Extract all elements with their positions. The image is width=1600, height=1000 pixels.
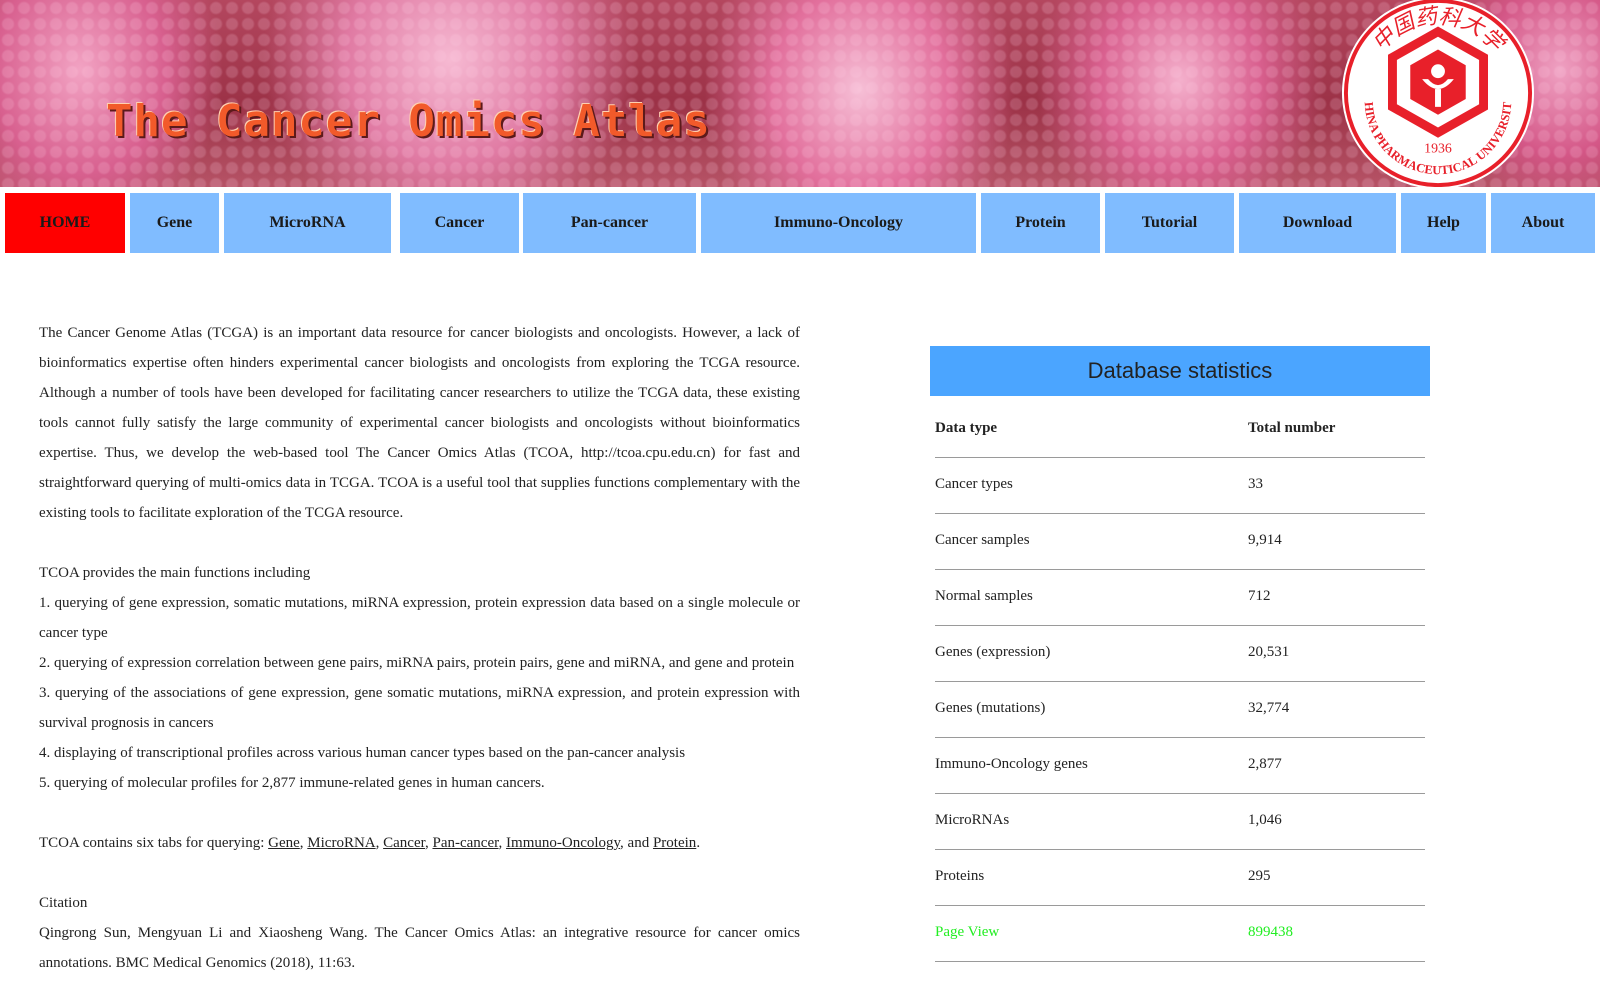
functions-heading: TCOA provides the main functions includi…: [39, 565, 311, 581]
function-item: 5. querying of molecular profiles for 2,…: [39, 775, 545, 791]
citation-heading: Citation: [39, 895, 88, 911]
link-pan-cancer[interactable]: Pan-cancer: [433, 835, 499, 851]
function-item: 3. querying of the associations of gene …: [39, 685, 800, 731]
nav-cancer[interactable]: Cancer: [400, 193, 519, 253]
china-pharmaceutical-university-seal-icon: 中国药科大学 CHINA PHARMACEUTICAL UNIVERSITY 1…: [1339, 0, 1535, 187]
row-label: Genes (expression): [935, 644, 1051, 660]
column-header-total-number: Total number: [1248, 420, 1336, 436]
row-value: 2,877: [1248, 756, 1282, 772]
nav-home[interactable]: HOME: [5, 193, 125, 253]
column-header-data-type: Data type: [935, 420, 998, 436]
intro-paragraph: The Cancer Genome Atlas (TCGA) is an imp…: [39, 325, 800, 521]
link-immuno-oncology[interactable]: Immuno-Oncology: [506, 835, 620, 851]
nav-protein[interactable]: Protein: [981, 193, 1100, 253]
stats-header-row: Data type Total number: [935, 402, 1425, 458]
function-item: 4. displaying of transcriptional profile…: [39, 745, 686, 761]
nav-help[interactable]: Help: [1401, 193, 1486, 253]
database-statistics-panel: Database statistics Data type Total numb…: [930, 346, 1430, 962]
function-item: 1. querying of gene expression, somatic …: [39, 595, 800, 641]
row-value: 20,531: [1248, 644, 1290, 660]
row-value: 9,914: [1248, 532, 1282, 548]
header-banner: The Cancer Omics Atlas 中国药科大学 CHINA PHAR…: [0, 0, 1600, 187]
row-value: 1,046: [1248, 812, 1282, 828]
nav-download[interactable]: Download: [1239, 193, 1396, 253]
nav-about[interactable]: About: [1491, 193, 1595, 253]
row-label: MicroRNAs: [935, 812, 1010, 828]
seal-year: 1936: [1424, 140, 1452, 155]
nav-pan-cancer[interactable]: Pan-cancer: [523, 193, 696, 253]
page-view-label: Page View: [935, 924, 1000, 940]
stats-title: Database statistics: [930, 346, 1430, 396]
link-protein[interactable]: Protein: [653, 835, 696, 851]
row-value: 32,774: [1248, 700, 1290, 716]
link-cancer[interactable]: Cancer: [383, 835, 425, 851]
table-row: Genes (mutations) 32,774: [935, 682, 1425, 738]
nav-immuno-oncology[interactable]: Immuno-Oncology: [701, 193, 976, 253]
table-row: Cancer types 33: [935, 458, 1425, 514]
stats-table: Data type Total number Cancer types 33 C…: [935, 402, 1425, 962]
citation-text: Qingrong Sun, Mengyuan Li and Xiaosheng …: [39, 925, 800, 971]
main-nav: HOME Gene MicroRNA Cancer Pan-cancer Imm…: [5, 193, 1595, 253]
nav-microrna[interactable]: MicroRNA: [224, 193, 391, 253]
table-row: Immuno-Oncology genes 2,877: [935, 738, 1425, 794]
separator: ,: [425, 835, 433, 851]
link-gene[interactable]: Gene: [268, 835, 300, 851]
table-row: Normal samples 712: [935, 570, 1425, 626]
row-label: Immuno-Oncology genes: [935, 756, 1088, 772]
row-label: Cancer samples: [935, 532, 1030, 548]
row-value: 33: [1248, 476, 1263, 492]
row-label: Genes (mutations): [935, 700, 1046, 716]
sentence-end: .: [696, 835, 701, 851]
table-row: Proteins 295: [935, 850, 1425, 906]
intro-section: The Cancer Genome Atlas (TCGA) is an imp…: [39, 318, 800, 978]
nav-tutorial[interactable]: Tutorial: [1105, 193, 1234, 253]
table-row: Genes (expression) 20,531: [935, 626, 1425, 682]
row-label: Proteins: [935, 868, 985, 884]
page-view-row: Page View 899438: [935, 906, 1425, 962]
separator: ,: [375, 835, 384, 851]
table-row: Cancer samples 9,914: [935, 514, 1425, 570]
row-value: 712: [1248, 588, 1271, 604]
row-label: Normal samples: [935, 588, 1033, 604]
function-item: 2. querying of expression correlation be…: [39, 655, 795, 671]
separator-and: , and: [620, 835, 653, 851]
row-value: 295: [1248, 868, 1271, 884]
table-row: MicroRNAs 1,046: [935, 794, 1425, 850]
page-view-count: 899438: [1248, 924, 1293, 940]
row-label: Cancer types: [935, 476, 1013, 492]
tabs-sentence: TCOA contains six tabs for querying: Gen…: [39, 828, 800, 858]
link-microrna[interactable]: MicroRNA: [307, 835, 375, 851]
separator: ,: [498, 835, 507, 851]
tabs-sentence-prefix: TCOA contains six tabs for querying:: [39, 835, 269, 851]
site-title: The Cancer Omics Atlas: [106, 96, 711, 147]
nav-gene[interactable]: Gene: [130, 193, 219, 253]
